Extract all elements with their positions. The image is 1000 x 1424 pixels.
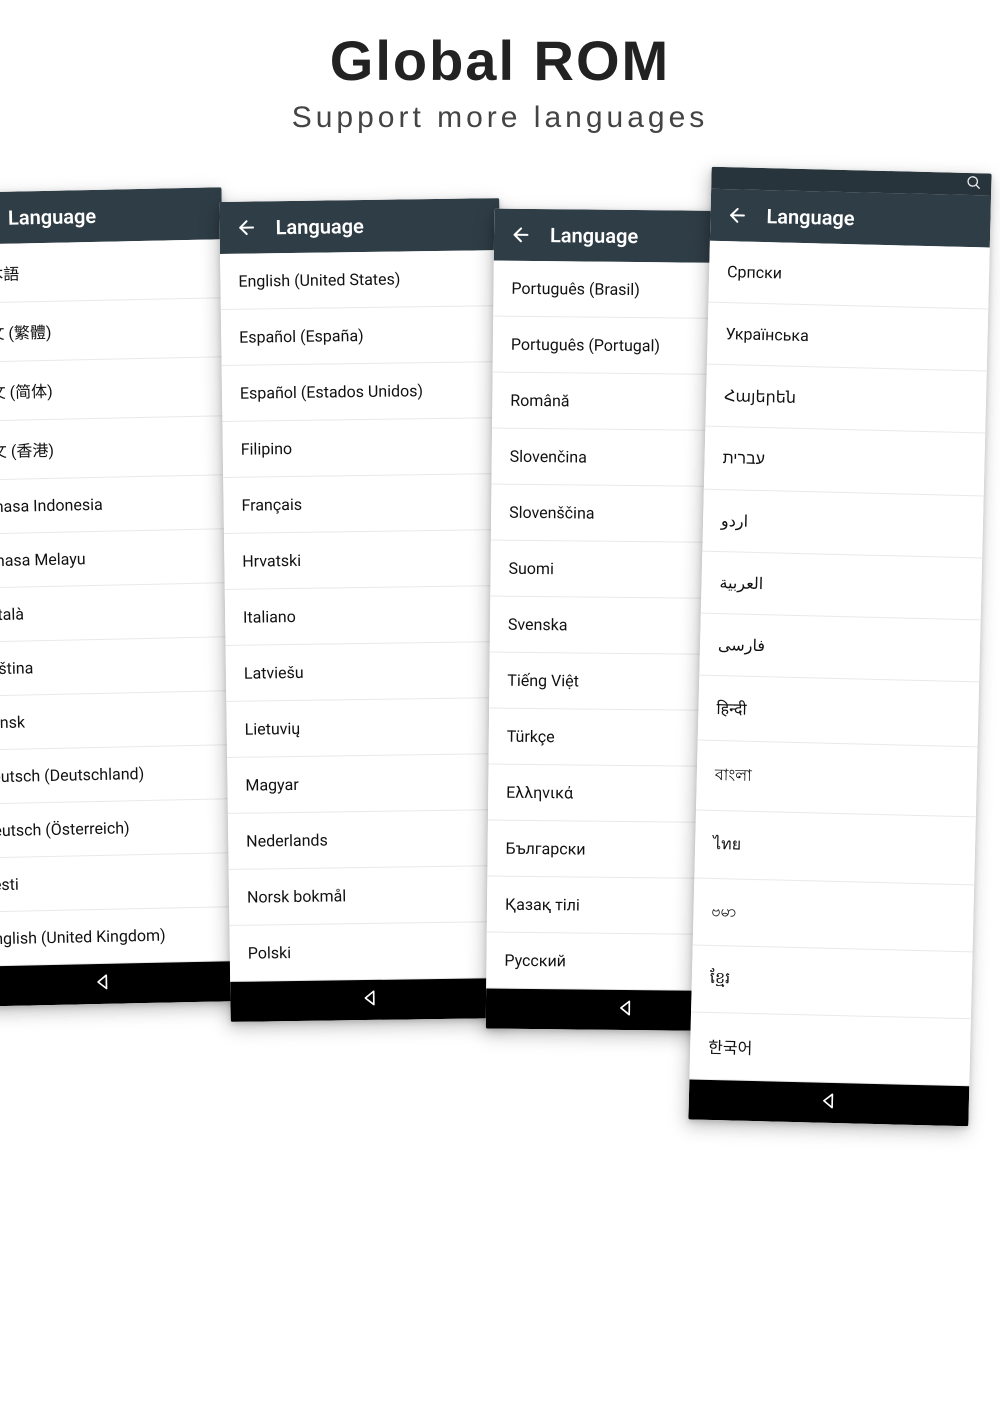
nav-back-icon[interactable] bbox=[360, 988, 380, 1012]
language-row[interactable]: Français bbox=[223, 474, 504, 534]
language-row[interactable]: Filipino bbox=[222, 418, 503, 478]
headline-subtitle: Support more languages bbox=[0, 101, 1000, 135]
language-row[interactable]: Magyar bbox=[227, 754, 508, 814]
phone-screenshot: Language СрпскиУкраїнськаՀայերենעבריתاردو… bbox=[688, 167, 991, 1127]
headline: Global ROM Support more languages bbox=[0, 0, 1000, 135]
language-row[interactable]: 한국어 bbox=[689, 1012, 971, 1086]
language-row[interactable]: 中文 (香港) bbox=[0, 416, 227, 481]
appbar-title: Language bbox=[275, 214, 363, 239]
language-row[interactable]: Nederlands bbox=[228, 810, 509, 870]
back-arrow-icon[interactable] bbox=[726, 204, 749, 227]
language-row[interactable]: Bahasa Melayu bbox=[0, 529, 230, 589]
nav-bar bbox=[230, 978, 511, 1022]
language-row[interactable]: English (United Kingdom) bbox=[0, 907, 238, 967]
language-row[interactable]: Bahasa Indonesia bbox=[0, 475, 229, 535]
language-row[interactable]: Eesti bbox=[0, 853, 237, 913]
nav-bar bbox=[688, 1079, 969, 1126]
language-row[interactable]: 中文 (繁體) bbox=[0, 298, 225, 363]
language-row[interactable]: ไทย bbox=[694, 811, 976, 886]
app-bar: Language bbox=[0, 187, 223, 245]
search-icon[interactable] bbox=[965, 174, 981, 194]
nav-back-icon[interactable] bbox=[819, 1091, 840, 1115]
language-row[interactable]: Español (España) bbox=[221, 306, 502, 366]
language-row[interactable]: 日本語 bbox=[0, 239, 224, 304]
language-row[interactable]: Norsk bokmål bbox=[229, 866, 510, 926]
language-row[interactable]: ဗမာ bbox=[693, 879, 975, 953]
language-row[interactable]: Dansk bbox=[0, 691, 233, 751]
language-row[interactable]: English (United States) bbox=[220, 250, 501, 310]
back-arrow-icon[interactable] bbox=[235, 216, 257, 238]
language-row[interactable]: العربية bbox=[701, 552, 982, 621]
nav-back-icon[interactable] bbox=[93, 972, 113, 996]
language-row[interactable]: Hrvatski bbox=[224, 530, 505, 590]
appbar-title: Language bbox=[8, 204, 97, 230]
app-bar: Language bbox=[219, 198, 500, 254]
language-row[interactable]: Español (Estados Unidos) bbox=[222, 362, 503, 422]
language-row[interactable]: Српски bbox=[708, 241, 989, 310]
language-row[interactable]: 中文 (简体) bbox=[0, 357, 226, 422]
language-row[interactable]: Հայերեն bbox=[705, 365, 986, 434]
language-row[interactable]: Polski bbox=[229, 922, 510, 982]
language-row[interactable]: Українська bbox=[707, 303, 988, 372]
language-row[interactable]: Deutsch (Deutschland) bbox=[0, 745, 234, 805]
app-bar: Language bbox=[710, 189, 991, 248]
language-list[interactable]: СрпскиУкраїнськаՀայերենעבריתاردوالعربيةف… bbox=[689, 241, 989, 1087]
appbar-title: Language bbox=[550, 223, 638, 248]
nav-back-icon[interactable] bbox=[616, 998, 636, 1022]
language-row[interactable]: Italiano bbox=[225, 586, 506, 646]
back-arrow-icon[interactable] bbox=[510, 224, 532, 246]
phone-screenshot: Language 日本語中文 (繁體)中文 (简体)中文 (香港)Bahasa I… bbox=[0, 187, 238, 1006]
nav-bar bbox=[0, 961, 238, 1007]
language-list[interactable]: 日本語中文 (繁體)中文 (简体)中文 (香港)Bahasa Indonesia… bbox=[0, 239, 238, 966]
appbar-title: Language bbox=[766, 204, 855, 230]
language-list[interactable]: English (United States)Español (España)E… bbox=[220, 250, 510, 982]
language-row[interactable]: বাংলা bbox=[696, 741, 978, 818]
language-row[interactable]: हिन्दी bbox=[698, 676, 980, 748]
language-row[interactable]: עברית bbox=[704, 427, 985, 497]
language-row[interactable]: اردو bbox=[702, 490, 983, 559]
language-row[interactable]: Català bbox=[0, 583, 231, 643]
language-row[interactable]: Lietuvių bbox=[226, 698, 507, 758]
language-row[interactable]: Deutsch (Österreich) bbox=[0, 799, 235, 859]
language-row[interactable]: Čeština bbox=[0, 637, 232, 697]
headline-title: Global ROM bbox=[0, 28, 1000, 93]
language-row[interactable]: ខ្មែរ bbox=[691, 945, 973, 1019]
language-row[interactable]: فارسی bbox=[699, 614, 980, 683]
phone-screenshot: LanguageEnglish (United States)Español (… bbox=[219, 198, 510, 1022]
language-row[interactable]: Latviešu bbox=[225, 642, 506, 702]
